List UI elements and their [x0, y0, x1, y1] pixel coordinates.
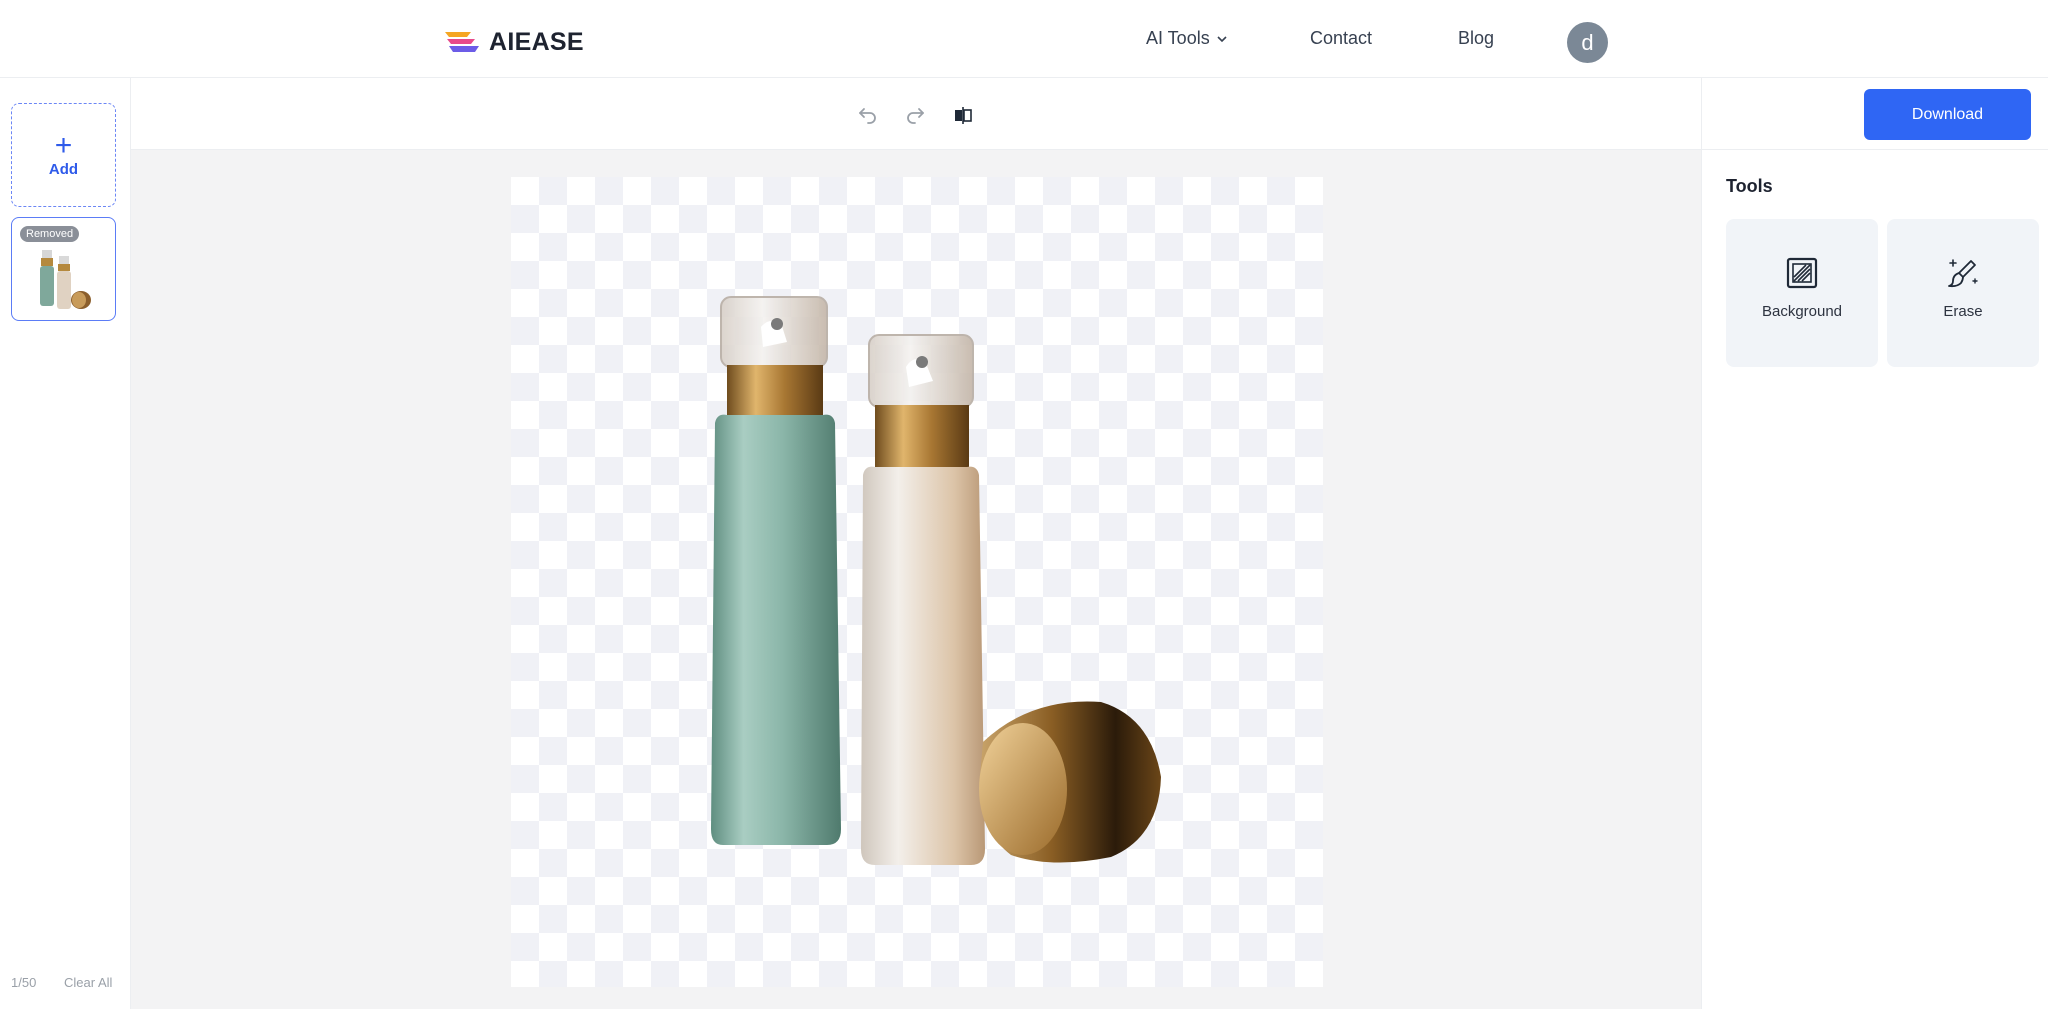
nav-contact-label: Contact — [1310, 28, 1373, 48]
transparent-preview[interactable] — [511, 177, 1323, 987]
aiease-logo-icon — [445, 32, 479, 52]
brand-name: AIEASE — [489, 27, 584, 56]
clear-all-button[interactable]: Clear All — [64, 975, 112, 990]
tool-erase[interactable]: Erase — [1887, 219, 2039, 367]
erase-brush-icon — [1948, 259, 1978, 288]
add-image-button[interactable]: + Add — [11, 103, 116, 207]
nav-ai-tools-label: AI Tools — [1146, 28, 1210, 48]
editor-toolbar — [131, 78, 1701, 150]
image-thumbnail[interactable]: Removed — [11, 217, 116, 321]
image-list-rail: + Add Removed 1/50 Clear All — [0, 78, 131, 1009]
redo-button[interactable] — [902, 102, 928, 128]
undo-button[interactable] — [855, 102, 881, 128]
nav-contact[interactable]: Contact — [1310, 28, 1372, 49]
download-bar: Download — [1702, 78, 2048, 150]
nav-blog-label: Blog — [1458, 28, 1495, 48]
product-image — [711, 296, 1161, 865]
background-pattern-icon — [1786, 257, 1818, 289]
brand-logo[interactable]: AIEASE — [441, 26, 584, 58]
user-avatar[interactable]: d — [1567, 22, 1608, 63]
tool-background[interactable]: Background — [1726, 219, 1878, 367]
compare-icon — [955, 107, 972, 124]
top-header: AIEASE AI Tools Contact Blog d — [0, 0, 2048, 78]
plus-icon: + — [54, 128, 73, 162]
download-button[interactable]: Download — [1864, 89, 2031, 140]
thumbnail-image — [40, 250, 91, 309]
tool-erase-label: Erase — [1943, 303, 1983, 320]
chevron-down-icon — [1217, 35, 1227, 42]
tool-background-label: Background — [1761, 303, 1843, 320]
right-panel: Download Tools Background Erase — [1701, 78, 2048, 1009]
tools-heading: Tools — [1726, 176, 1773, 196]
nav-ai-tools[interactable]: AI Tools — [1146, 28, 1228, 49]
add-image-label: Add — [48, 160, 79, 178]
undo-icon — [859, 108, 876, 124]
canvas-area — [131, 150, 1701, 1009]
image-count: 1/50 — [11, 975, 37, 990]
nav-blog[interactable]: Blog — [1458, 28, 1494, 49]
compare-button[interactable] — [950, 102, 976, 128]
redo-icon — [907, 108, 924, 124]
